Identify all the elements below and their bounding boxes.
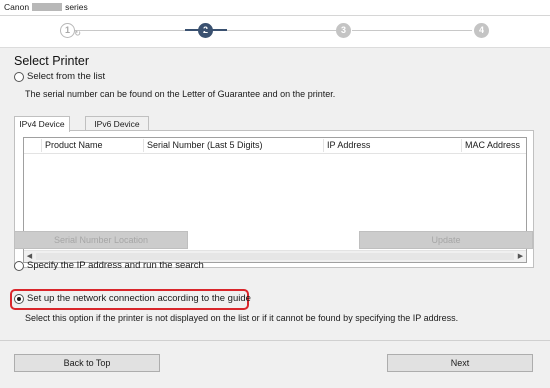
tab-ipv4-device[interactable]: IPv4 Device [14, 116, 70, 132]
option-specify-ip[interactable]: Specify the IP address and run the searc… [14, 260, 204, 271]
tab-ipv6-device[interactable]: IPv6 Device [85, 116, 149, 131]
option-setup-guide-label: Set up the network connection according … [27, 293, 251, 304]
window-title-suffix: series [65, 2, 88, 12]
current-step-underline [185, 29, 227, 31]
step-connector [74, 30, 198, 31]
step-3-number: 3 [340, 25, 346, 35]
serial-number-hint: The serial number can be found on the Le… [25, 89, 336, 99]
column-header-mac-address[interactable]: MAC Address [462, 138, 526, 153]
guide-option-hint: Select this option if the printer is not… [25, 313, 459, 323]
step-connector [214, 30, 336, 31]
step-4-pending: 4 [474, 23, 489, 38]
column-header-ip-address[interactable]: IP Address [324, 138, 463, 153]
back-arrow-icon: ↻ [74, 29, 81, 38]
option-specify-ip-label: Specify the IP address and run the searc… [27, 260, 204, 271]
radio-select-from-list[interactable] [14, 71, 24, 82]
update-button[interactable]: Update [359, 231, 533, 249]
footer-bar: Back to Top Next [0, 340, 550, 388]
title-bar: Canon series [0, 0, 550, 16]
serial-number-location-button[interactable]: Serial Number Location [14, 231, 188, 249]
scrollbar-thumb[interactable] [36, 253, 514, 260]
radio-setup-guide[interactable] [14, 293, 24, 304]
tab-ipv6-label: IPv6 Device [94, 119, 140, 129]
step-4-number: 4 [478, 25, 484, 35]
option-setup-guide[interactable]: Set up the network connection according … [14, 293, 251, 304]
column-header-product-name[interactable]: Product Name [42, 138, 145, 153]
radio-specify-ip[interactable] [14, 260, 24, 271]
step-connector [352, 30, 472, 31]
redacted-model-name [32, 3, 63, 11]
step-1-number: 1 [64, 25, 70, 35]
next-button[interactable]: Next [387, 354, 533, 372]
window-title-prefix: Canon [4, 2, 30, 12]
step-1-done: 1 ↻ [60, 23, 81, 38]
step-3-pending: 3 [336, 23, 351, 38]
column-header-serial-number[interactable]: Serial Number (Last 5 Digits) [144, 138, 325, 153]
tab-ipv4-label: IPv4 Device [19, 119, 65, 129]
page-title: Select Printer [14, 54, 90, 68]
step-indicator: 1↻ 2 3 4 [0, 16, 550, 46]
option-select-from-list-label: Select from the list [27, 71, 106, 82]
table-header: Product Name Serial Number (Last 5 Digit… [24, 138, 526, 154]
option-select-from-list[interactable]: Select from the list [14, 71, 105, 82]
back-to-top-button[interactable]: Back to Top [14, 354, 160, 372]
window-title: Canon series [4, 2, 88, 12]
scroll-right-icon[interactable]: ▶ [515, 251, 526, 262]
main-panel: Select Printer Select from the list The … [0, 47, 550, 341]
